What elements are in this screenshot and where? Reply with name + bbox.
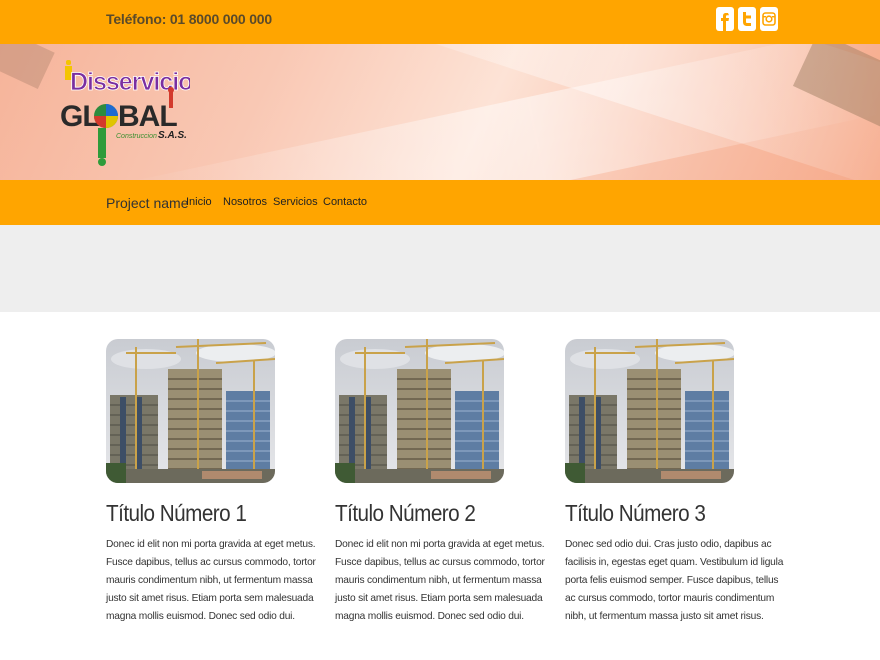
svg-text:BAL: BAL bbox=[118, 100, 177, 133]
feature-card-1: Título Número 1 Donec id elit non mi por… bbox=[106, 339, 328, 626]
navbar: Project name Inicio Nosotros Servicios C… bbox=[0, 180, 880, 225]
card-text: Donec sed odio dui. Cras justo odio, dap… bbox=[565, 539, 784, 622]
nav-link-inicio[interactable]: Inicio bbox=[186, 196, 212, 208]
feature-card-3: Título Número 3 Donec sed odio dui. Cras… bbox=[565, 339, 787, 626]
svg-text:S.A.S.: S.A.S. bbox=[158, 130, 187, 141]
twitter-icon[interactable] bbox=[738, 7, 756, 31]
nav-link-nosotros[interactable]: Nosotros bbox=[223, 196, 267, 208]
jumbotron bbox=[0, 225, 880, 312]
top-bar: Teléfono: 01 8000 000 000 bbox=[0, 0, 880, 44]
navbar-brand[interactable]: Project name bbox=[106, 195, 188, 211]
instagram-icon[interactable] bbox=[760, 7, 778, 31]
card-text: Donec id elit non mi porta gravida at eg… bbox=[106, 539, 316, 622]
feature-card-2: Título Número 2 Donec id elit non mi por… bbox=[335, 339, 557, 626]
construction-photo bbox=[335, 339, 504, 483]
card-title: Título Número 1 bbox=[106, 500, 247, 526]
card-title: Título Número 3 bbox=[565, 500, 706, 526]
nav-link-contacto[interactable]: Contacto bbox=[323, 196, 367, 208]
nav-link-servicios[interactable]: Servicios bbox=[273, 196, 318, 208]
company-logo[interactable]: Disservicios GL BAL Construccion S.A.S. bbox=[60, 60, 207, 168]
svg-text:Construccion: Construccion bbox=[116, 133, 157, 140]
card-text: Donec id elit non mi porta gravida at eg… bbox=[335, 539, 545, 622]
facebook-icon[interactable] bbox=[716, 7, 734, 31]
construction-photo bbox=[106, 339, 275, 483]
phone-number: Teléfono: 01 8000 000 000 bbox=[106, 11, 272, 27]
construction-photo bbox=[565, 339, 734, 483]
card-title: Título Número 2 bbox=[335, 500, 476, 526]
